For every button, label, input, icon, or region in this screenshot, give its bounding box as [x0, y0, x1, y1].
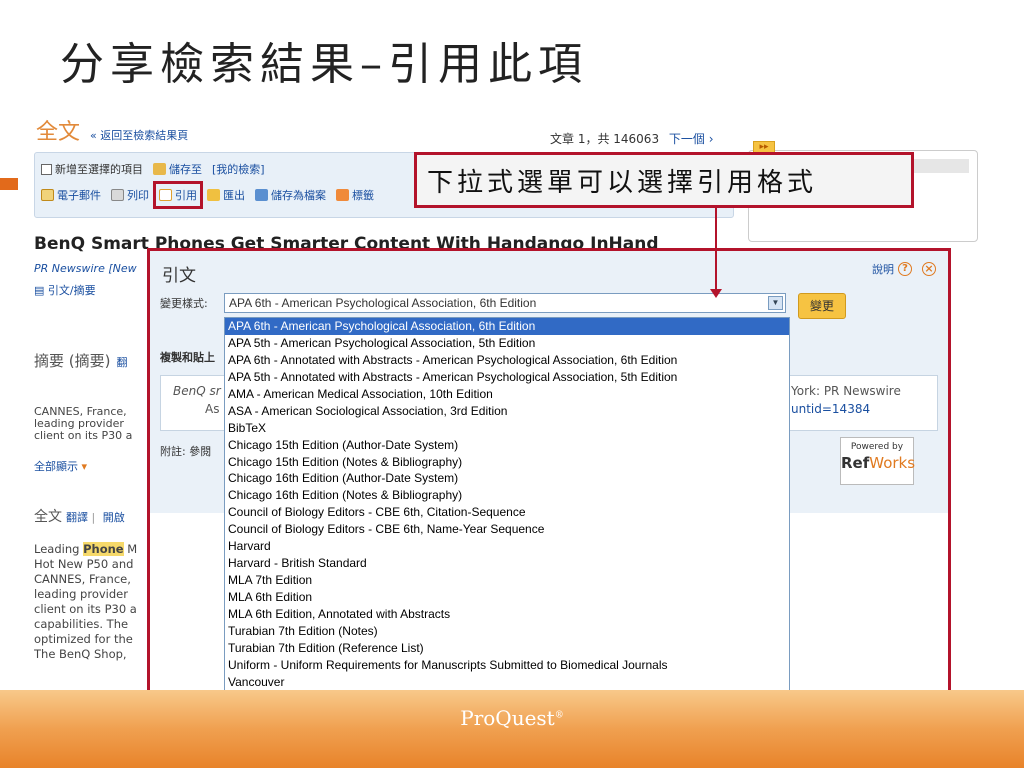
citation-style-option[interactable]: ASA - American Sociological Association,… — [225, 403, 789, 420]
citation-style-option[interactable]: APA 6th - American Psychological Associa… — [225, 318, 789, 335]
citation-style-option[interactable]: Chicago 16th Edition (Author-Date System… — [225, 470, 789, 487]
citation-style-option[interactable]: Vancouver — [225, 674, 789, 690]
help-link[interactable]: 說明 — [872, 261, 894, 277]
citation-style-option[interactable]: APA 5th - American Psychological Associa… — [225, 335, 789, 352]
citation-style-option[interactable]: Chicago 15th Edition (Author-Date System… — [225, 437, 789, 454]
export-icon — [207, 189, 220, 201]
checkbox-icon[interactable] — [41, 163, 52, 175]
save-as-file-button[interactable]: 儲存為檔案 — [255, 187, 326, 203]
citation-style-option[interactable]: MLA 6th Edition, Annotated with Abstract… — [225, 606, 789, 623]
document-icon: ▤ — [34, 284, 48, 297]
citation-style-option[interactable]: Council of Biology Editors - CBE 6th, Na… — [225, 521, 789, 538]
dialog-help: 說明 ? × — [872, 261, 936, 277]
citation-style-option[interactable]: APA 5th - Annotated with Abstracts - Ame… — [225, 369, 789, 386]
back-to-results-link[interactable]: « 返回至檢索結果頁 — [90, 127, 188, 143]
citation-style-option[interactable]: Harvard - British Standard — [225, 555, 789, 572]
breadcrumb: 全文 « 返回至檢索結果頁 — [36, 114, 188, 146]
arrow-down-icon — [710, 289, 722, 298]
close-icon[interactable]: × — [922, 262, 936, 276]
fulltext-text: Leading Phone M Hot New P50 and CANNES, … — [34, 542, 138, 661]
slide-title: 分享檢索結果–引用此項 — [60, 39, 588, 90]
citation-style-option[interactable]: Chicago 16th Edition (Notes & Bibliograp… — [225, 487, 789, 504]
cite-button[interactable]: 引用 — [153, 181, 203, 209]
doc-count: 文章 1，共 146063 — [550, 132, 660, 146]
refworks-logo[interactable]: Powered by RefWorks — [840, 437, 915, 485]
printer-icon — [111, 189, 124, 201]
arrow-line — [715, 208, 717, 292]
tags-button[interactable]: 標籤 — [336, 187, 374, 203]
fulltext-heading: 全文 — [36, 120, 81, 145]
citation-style-option[interactable]: APA 6th - Annotated with Abstracts - Ame… — [225, 352, 789, 369]
chevron-down-icon[interactable]: ▼ — [768, 296, 783, 310]
next-link[interactable]: 下一個 › — [669, 132, 714, 146]
dialog-title: 引文 — [162, 266, 196, 286]
note-text: 附註: 參閱 — [160, 445, 212, 458]
translate-link[interactable]: 翻 — [116, 356, 127, 369]
selected-style: APA 6th - American Psychological Associa… — [229, 296, 537, 310]
citation-style-option[interactable]: Harvard — [225, 538, 789, 555]
citation-style-option[interactable]: AMA - American Medical Association, 10th… — [225, 386, 789, 403]
citation-style-option[interactable]: MLA 6th Edition — [225, 589, 789, 606]
callout-box: 下拉式選單可以選擇引用格式 — [414, 152, 914, 208]
disk-icon — [255, 189, 268, 201]
citation-style-option[interactable]: Turabian 7th Edition (Notes) — [225, 623, 789, 640]
fulltext-section-heading: 全文 翻譯 | 開啟 — [34, 509, 125, 525]
citation-style-option[interactable]: Council of Biology Editors - CBE 6th, Ci… — [225, 504, 789, 521]
folder-icon — [153, 163, 166, 175]
citation-style-options[interactable]: APA 6th - American Psychological Associa… — [224, 317, 790, 691]
document-icon — [159, 189, 172, 201]
article-source[interactable]: PR Newswire [New — [34, 262, 137, 275]
my-searches-link[interactable]: [我的檢索] — [212, 161, 265, 177]
export-button[interactable]: 匯出 — [207, 187, 245, 203]
citation-style-option[interactable]: BibTeX — [225, 420, 789, 437]
citation-style-option[interactable]: Turabian 7th Edition (Reference List) — [225, 640, 789, 657]
accent-bar — [0, 178, 18, 190]
save-to-button[interactable]: 儲存至 — [153, 161, 202, 177]
citation-style-select[interactable]: APA 6th - American Psychological Associa… — [224, 293, 786, 313]
citation-abstract-link[interactable]: ▤ 引文/摘要 — [34, 282, 96, 298]
translate-full-link[interactable]: 翻譯 — [66, 511, 88, 524]
citation-style-option[interactable]: Uniform - Uniform Requirements for Manus… — [225, 657, 789, 674]
show-all-link[interactable]: 全部顯示 ▾ — [34, 458, 87, 474]
envelope-icon — [41, 189, 54, 201]
chevron-down-icon: ▾ — [81, 460, 88, 473]
print-button[interactable]: 列印 — [111, 187, 149, 203]
proquest-logo: ProQuest® — [460, 706, 564, 730]
document-position: 文章 1，共 146063 下一個 › — [550, 130, 714, 147]
tag-icon — [336, 189, 349, 201]
citation-style-option[interactable]: Chicago 15th Edition (Notes & Bibliograp… — [225, 454, 789, 471]
copy-paste-label: 複製和貼上 — [160, 351, 215, 364]
email-button[interactable]: 電子郵件 — [41, 187, 101, 203]
abstract-heading: 摘要 (摘要) 翻 — [34, 352, 128, 370]
change-button[interactable]: 變更 — [798, 293, 846, 319]
open-link[interactable]: 開啟 — [103, 511, 125, 524]
help-icon[interactable]: ? — [898, 262, 912, 276]
style-label: 變更樣式: — [160, 297, 208, 310]
citation-style-option[interactable]: MLA 7th Edition — [225, 572, 789, 589]
add-to-selected[interactable]: 新增至選擇的項目 — [41, 161, 143, 177]
abstract-text: CANNES, France, leading provider client … — [34, 406, 133, 442]
citation-dialog: 引文 說明 ? × 變更樣式: APA 6th - American Psych… — [147, 248, 951, 694]
